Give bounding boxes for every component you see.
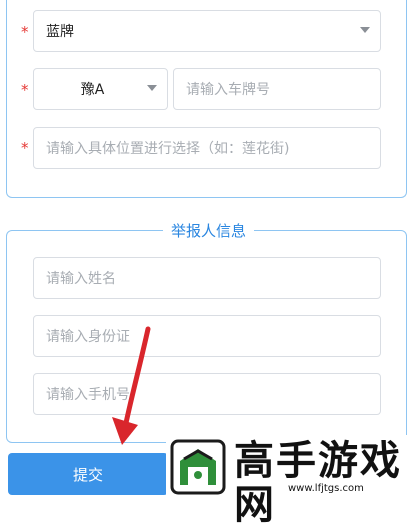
submit-button[interactable]: 提交 <box>8 453 168 495</box>
plate-prefix-value: 豫A <box>80 82 105 98</box>
location-input[interactable]: 请输入具体位置进行选择（如：莲花街) <box>33 127 381 169</box>
required-mark: * <box>21 23 29 41</box>
name-input[interactable]: 请输入姓名 <box>33 257 381 299</box>
plate-number-input[interactable]: 请输入车牌号 <box>173 68 381 110</box>
annotation-arrow-icon <box>112 326 151 445</box>
reporter-info-legend: 举报人信息 <box>0 220 417 241</box>
chevron-down-icon <box>147 85 157 91</box>
plate-number-placeholder: 请输入车牌号 <box>186 82 270 98</box>
site-logo-icon <box>170 439 226 495</box>
required-mark: * <box>21 81 29 99</box>
plate-type-select[interactable]: 蓝牌 <box>33 10 381 52</box>
watermark-url: www.lfjtgs.com <box>288 483 364 494</box>
required-mark: * <box>21 139 29 157</box>
phone-input[interactable]: 请输入手机号 <box>33 373 381 415</box>
watermark: 高手游戏网 www.lfjtgs.com <box>166 435 417 527</box>
plate-prefix-select[interactable]: 豫A <box>33 68 168 110</box>
submit-label: 提交 <box>72 465 103 484</box>
reporter-info-title: 举报人信息 <box>162 222 254 240</box>
name-placeholder: 请输入姓名 <box>46 271 116 287</box>
location-placeholder: 请输入具体位置进行选择（如：莲花街) <box>46 141 290 157</box>
plate-type-value: 蓝牌 <box>46 24 74 40</box>
chevron-down-icon <box>360 27 370 33</box>
id-card-input[interactable]: 请输入身份证 <box>33 315 381 357</box>
